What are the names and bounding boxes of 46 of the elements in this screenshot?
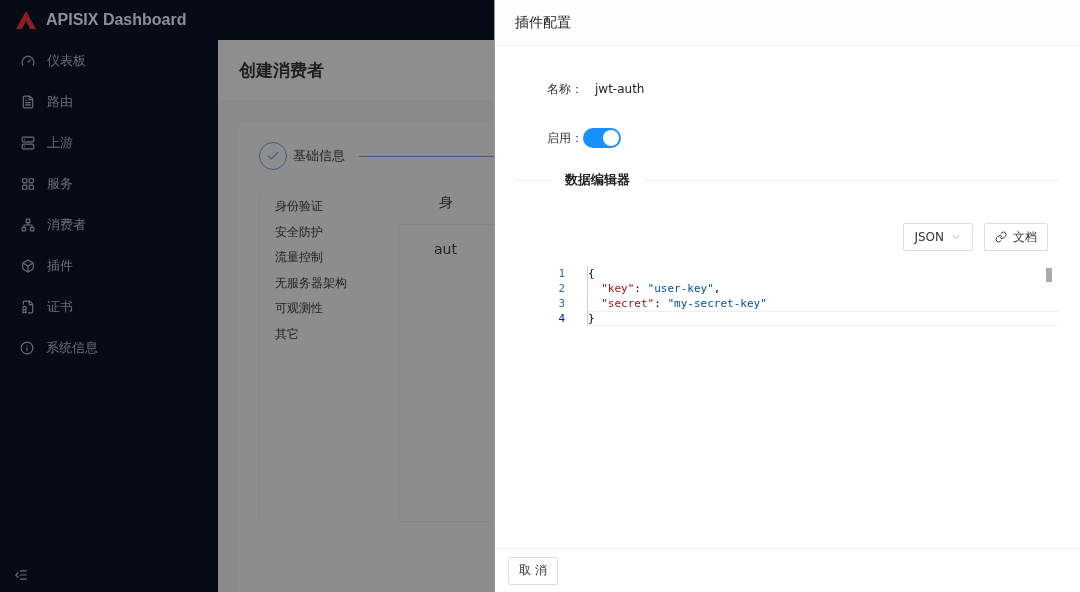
code-line: "secret": "my-secret-key" [587, 296, 1058, 311]
sidebar-item[interactable]: 系统信息 [0, 327, 218, 368]
line-number: 1 [557, 267, 565, 280]
scrollbar-thumb[interactable] [1046, 268, 1052, 282]
sidebar-item[interactable]: 消费者 [0, 204, 218, 245]
step-label: 基础信息 [293, 147, 345, 165]
category-item[interactable]: 安全防护 [275, 219, 399, 246]
menu-item-icon [21, 94, 35, 109]
docs-button[interactable]: 文档 [984, 223, 1048, 251]
section-heading: 数据编辑器 [564, 171, 631, 189]
field-value: jwt-auth [595, 82, 645, 96]
category-item[interactable]: 流量控制 [275, 245, 399, 271]
cancel-button[interactable]: 取 消 [508, 556, 558, 585]
page-title: 创建消费者 [239, 58, 324, 82]
section-heading: 身 [439, 194, 454, 212]
field-label: 启用： [547, 129, 583, 147]
sidebar-item[interactable]: 服务 [0, 163, 218, 204]
menu-item-icon [21, 53, 35, 68]
sidebar-item[interactable]: 仪表板 [0, 40, 218, 81]
app-title: APISIX Dashboard [46, 11, 187, 29]
sidebar-item[interactable]: 路由 [0, 81, 218, 122]
logo-icon [16, 11, 36, 29]
code-line: } [587, 311, 1058, 326]
collapse-menu-icon[interactable] [14, 568, 28, 582]
menu-item-icon [21, 299, 35, 314]
link-icon [995, 231, 1007, 243]
menu-item-icon [21, 258, 35, 273]
menu-item-icon [20, 340, 34, 355]
code-editor[interactable]: 1 { 2 "key": "user-key", 3 "secret": "my-secret-key" 4 } [535, 266, 1058, 326]
category-item[interactable]: 可观测性 [275, 296, 399, 322]
line-number: 2 [557, 282, 565, 295]
line-number: 4 [557, 312, 565, 325]
format-select[interactable]: JSON [903, 223, 973, 251]
menu-item-icon [21, 217, 35, 232]
sidebar-item[interactable]: 证书 [0, 286, 218, 327]
category-item[interactable]: 身份验证 [275, 194, 399, 220]
sidebar-item[interactable]: 上游 [0, 122, 218, 163]
line-number: 3 [557, 297, 565, 310]
menu-item-icon [21, 135, 35, 150]
field-label: 名称： [547, 80, 583, 98]
sidebar-item[interactable]: 插件 [0, 245, 218, 286]
category-item[interactable]: 其它 [275, 321, 399, 348]
enable-switch[interactable] [583, 128, 621, 148]
category-item[interactable]: 无服务器架构 [275, 270, 399, 297]
menu-item-icon [21, 176, 35, 191]
drawer-title: 插件配置 [515, 13, 571, 32]
